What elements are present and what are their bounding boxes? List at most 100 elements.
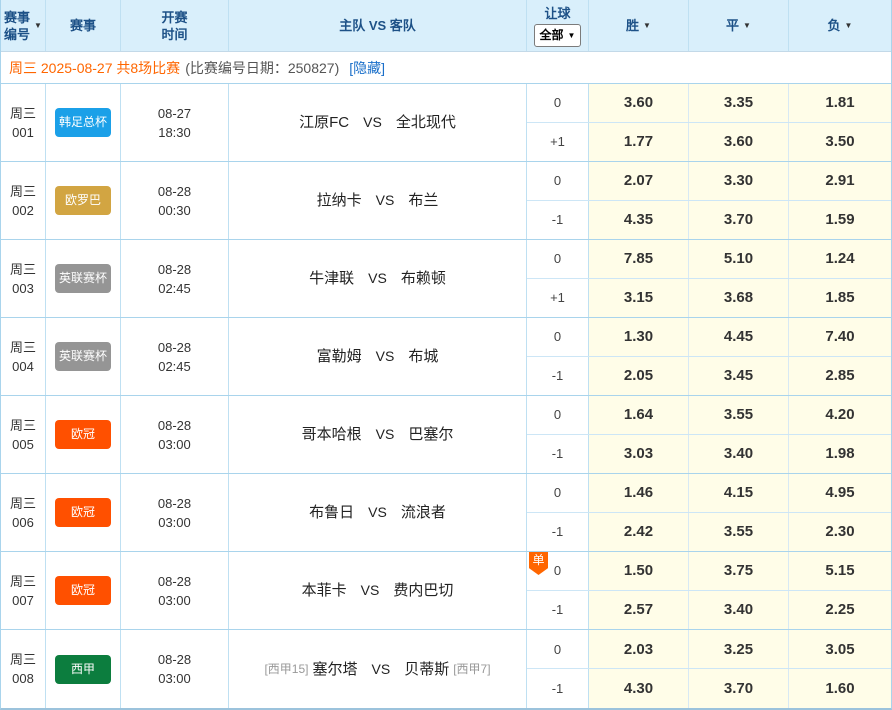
odds-lose[interactable]: 7.40 (789, 318, 891, 356)
odds-win[interactable]: 7.85 (589, 240, 689, 278)
odds-lose[interactable]: 1.24 (789, 240, 891, 278)
handicap-filter-select[interactable]: 全部 ▼ (534, 24, 582, 47)
match-time-cell: 08-28 03:00 (121, 396, 229, 473)
odds-lose[interactable]: 2.85 (789, 357, 891, 396)
odds-draw[interactable]: 3.40 (689, 435, 789, 474)
home-team-rank-tag: [西甲15] (264, 660, 308, 679)
col-header-win[interactable]: 胜 ▼ (589, 0, 689, 51)
odds-draw[interactable]: 4.15 (689, 474, 789, 512)
handicap-value: 0 (554, 251, 561, 266)
odds-draw[interactable]: 3.75 (689, 552, 789, 590)
match-time-cell: 08-28 02:45 (121, 240, 229, 317)
league-badge[interactable]: 欧冠 (55, 420, 111, 449)
odds-draw[interactable]: 3.35 (689, 84, 789, 122)
odds-win[interactable]: 3.03 (589, 435, 689, 474)
match-row: 周三 006 欧冠 08-28 03:00 布鲁日 VS 流浪者 0 1.46 … (1, 474, 891, 552)
odds-win[interactable]: 1.30 (589, 318, 689, 356)
league-badge[interactable]: 欧冠 (55, 576, 111, 605)
odds-win[interactable]: 1.50 (589, 552, 689, 590)
odds-lose[interactable]: 1.59 (789, 201, 891, 240)
handicap-cell: 单 0 (527, 552, 589, 590)
match-day: 周三 (10, 338, 36, 357)
sort-arrow-icon[interactable]: ▼ (34, 17, 42, 34)
match-number: 003 (12, 279, 34, 298)
odds-draw[interactable]: 3.70 (689, 669, 789, 708)
odds-line-1: -1 2.42 3.55 2.30 (527, 513, 891, 552)
league-badge[interactable]: 英联赛杯 (55, 342, 111, 371)
lose-sort-arrow-icon[interactable]: ▼ (845, 17, 853, 34)
odds-lose[interactable]: 4.95 (789, 474, 891, 512)
odds-win[interactable]: 3.60 (589, 84, 689, 122)
odds-lose[interactable]: 3.50 (789, 123, 891, 162)
col-header-lose[interactable]: 负 ▼ (789, 0, 891, 51)
league-badge[interactable]: 西甲 (55, 655, 111, 684)
match-time: 02:45 (158, 357, 191, 376)
match-number: 006 (12, 513, 34, 532)
odds-lose[interactable]: 2.91 (789, 162, 891, 200)
odds-lose[interactable]: 2.25 (789, 591, 891, 630)
match-date: 08-28 (158, 182, 191, 201)
odds-draw[interactable]: 3.60 (689, 123, 789, 162)
draw-sort-arrow-icon[interactable]: ▼ (743, 17, 751, 34)
match-date: 08-28 (158, 572, 191, 591)
win-sort-arrow-icon[interactable]: ▼ (643, 17, 651, 34)
match-date: 08-27 (158, 104, 191, 123)
odds-draw[interactable]: 3.25 (689, 630, 789, 668)
hide-link[interactable]: [隐藏] (349, 58, 385, 78)
odds-draw[interactable]: 4.45 (689, 318, 789, 356)
home-team-name: 牛津联 (309, 269, 354, 288)
odds-draw[interactable]: 3.45 (689, 357, 789, 396)
odds-win[interactable]: 2.57 (589, 591, 689, 630)
match-number-cell: 周三 002 (1, 162, 46, 239)
odds-win[interactable]: 2.42 (589, 513, 689, 552)
odds-lose[interactable]: 5.15 (789, 552, 891, 590)
col-header-league: 赛事 (46, 0, 121, 51)
handicap-value: -1 (552, 446, 564, 461)
match-date: 08-28 (158, 416, 191, 435)
odds-lose[interactable]: 3.05 (789, 630, 891, 668)
odds-lose[interactable]: 4.20 (789, 396, 891, 434)
odds-lose[interactable]: 1.85 (789, 279, 891, 318)
col-header-match-no[interactable]: 赛事 编号 ▼ (1, 0, 46, 51)
match-id-note: (比赛编号日期：250827) (185, 58, 339, 78)
match-row: 周三 007 欧冠 08-28 03:00 本菲卡 VS 费内巴切 单 0 1.… (1, 552, 891, 630)
odds-win[interactable]: 1.64 (589, 396, 689, 434)
odds-lose[interactable]: 1.98 (789, 435, 891, 474)
odds-win[interactable]: 3.15 (589, 279, 689, 318)
handicap-cell: 0 (527, 84, 589, 122)
league-badge[interactable]: 欧罗巴 (55, 186, 111, 215)
handicap-cell: -1 (527, 513, 589, 552)
col-header-draw[interactable]: 平 ▼ (689, 0, 789, 51)
odds-draw[interactable]: 3.70 (689, 201, 789, 240)
league-cell: 韩足总杯 (46, 84, 121, 161)
odds-lose[interactable]: 1.81 (789, 84, 891, 122)
odds-draw[interactable]: 3.40 (689, 591, 789, 630)
odds-win[interactable]: 1.77 (589, 123, 689, 162)
odds-win[interactable]: 4.30 (589, 669, 689, 708)
odds-win[interactable]: 4.35 (589, 201, 689, 240)
match-number: 005 (12, 435, 34, 454)
odds-line-1: -1 4.30 3.70 1.60 (527, 669, 891, 708)
odds-draw[interactable]: 3.55 (689, 513, 789, 552)
match-day: 周三 (10, 494, 36, 513)
match-number-cell: 周三 004 (1, 318, 46, 395)
odds-lose[interactable]: 1.60 (789, 669, 891, 708)
odds-draw[interactable]: 5.10 (689, 240, 789, 278)
league-badge[interactable]: 英联赛杯 (55, 264, 111, 293)
league-badge[interactable]: 韩足总杯 (55, 108, 111, 137)
odds-lines: 单 0 1.50 3.75 5.15 -1 2.57 3.40 2.25 (527, 552, 891, 629)
match-day: 周三 (10, 650, 36, 669)
odds-lose[interactable]: 2.30 (789, 513, 891, 552)
league-badge[interactable]: 欧冠 (55, 498, 111, 527)
league-cell: 英联赛杯 (46, 240, 121, 317)
match-number: 007 (12, 591, 34, 610)
odds-draw[interactable]: 3.30 (689, 162, 789, 200)
odds-win[interactable]: 2.03 (589, 630, 689, 668)
odds-draw[interactable]: 3.55 (689, 396, 789, 434)
odds-win[interactable]: 2.07 (589, 162, 689, 200)
odds-win[interactable]: 1.46 (589, 474, 689, 512)
vs-label: VS (376, 347, 395, 366)
odds-lines: 0 2.07 3.30 2.91 -1 4.35 3.70 1.59 (527, 162, 891, 239)
odds-win[interactable]: 2.05 (589, 357, 689, 396)
odds-draw[interactable]: 3.68 (689, 279, 789, 318)
